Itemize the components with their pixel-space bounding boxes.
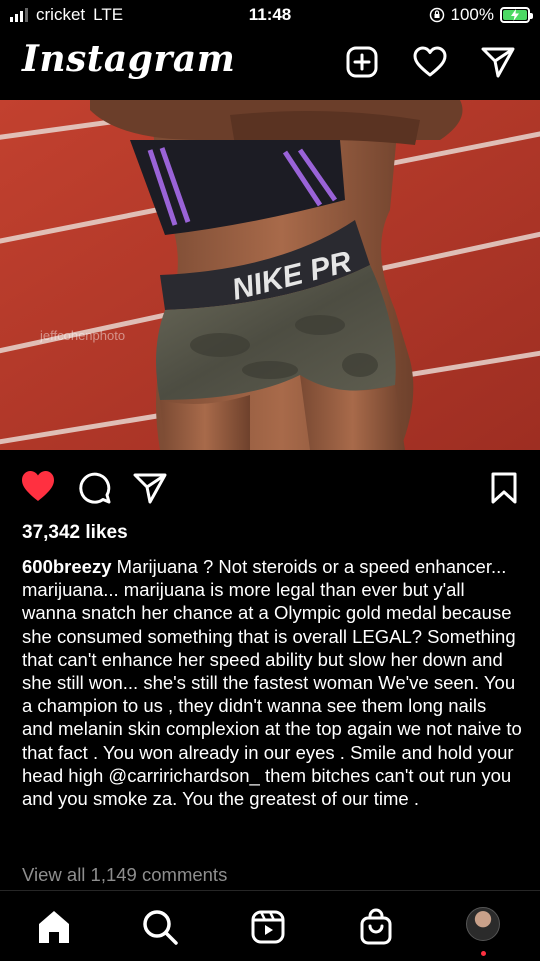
reels-icon[interactable]	[248, 907, 288, 947]
status-bar: cricket LTE 11:48 100%	[0, 0, 540, 30]
heart-icon[interactable]	[412, 44, 448, 80]
shop-icon[interactable]	[356, 907, 396, 947]
view-comments-link[interactable]: View all 1,149 comments	[22, 864, 227, 886]
home-icon[interactable]	[34, 907, 74, 947]
caption-username[interactable]: 600breezy	[22, 556, 111, 577]
new-post-icon[interactable]	[344, 44, 380, 80]
notification-dot	[481, 951, 486, 956]
likes-count[interactable]: 37,342 likes	[22, 522, 128, 544]
search-icon[interactable]	[140, 907, 180, 947]
charging-bolt-icon	[511, 9, 519, 21]
bottom-nav	[0, 890, 540, 961]
post-image[interactable]: NIKE PR jeffcohenphoto	[0, 100, 540, 450]
post-actions	[0, 465, 540, 509]
instagram-logo[interactable]: Instagram	[22, 38, 235, 80]
liked-heart-icon[interactable]	[20, 469, 56, 503]
profile-tab[interactable]	[466, 907, 506, 956]
save-bookmark-icon[interactable]	[490, 471, 518, 505]
top-bar: Instagram	[0, 30, 540, 98]
post-caption: 600breezy Marijuana ? Not steroids or a …	[22, 555, 522, 810]
status-right: 100%	[429, 5, 533, 25]
battery-percent: 100%	[450, 5, 494, 24]
orientation-lock-icon	[429, 7, 444, 23]
top-icons	[344, 44, 516, 80]
battery-icon	[500, 7, 533, 23]
share-icon[interactable]	[133, 472, 167, 504]
athlete-photo: NIKE PR	[0, 100, 540, 450]
comment-icon[interactable]	[78, 471, 112, 505]
caption-text: Marijuana ? Not steroids or a speed enha…	[22, 556, 522, 810]
profile-avatar[interactable]	[466, 907, 500, 941]
direct-message-icon[interactable]	[480, 44, 516, 80]
image-watermark: jeffcohenphoto	[40, 328, 126, 343]
